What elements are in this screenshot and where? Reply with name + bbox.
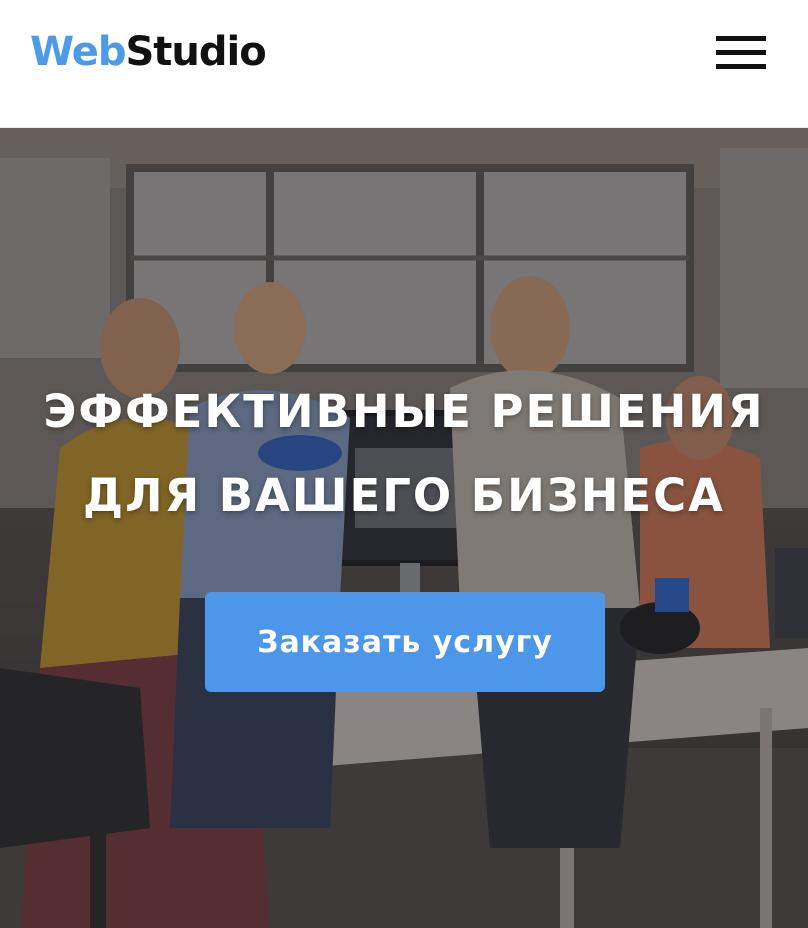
burger-line (716, 36, 766, 41)
burger-line (716, 50, 766, 55)
hamburger-menu-icon[interactable] (716, 36, 766, 70)
logo[interactable]: WebStudio (30, 26, 267, 78)
hero-title-line1: ЭФФЕКТИВНЫЕ РЕШЕНИЯ (43, 385, 765, 438)
burger-line (716, 64, 766, 69)
logo-web: Web (30, 29, 126, 75)
hero-section: ЭФФЕКТИВНЫЕ РЕШЕНИЯ ДЛЯ ВАШЕГО БИЗНЕСА З… (0, 128, 808, 928)
logo-studio: Studio (125, 29, 266, 75)
hero-title-line2: ДЛЯ ВАШЕГО БИЗНЕСА (82, 469, 725, 522)
site-header: WebStudio (0, 0, 808, 128)
hero-title: ЭФФЕКТИВНЫЕ РЕШЕНИЯ ДЛЯ ВАШЕГО БИЗНЕСА (0, 370, 808, 538)
order-service-button[interactable]: Заказать услугу (205, 592, 605, 692)
